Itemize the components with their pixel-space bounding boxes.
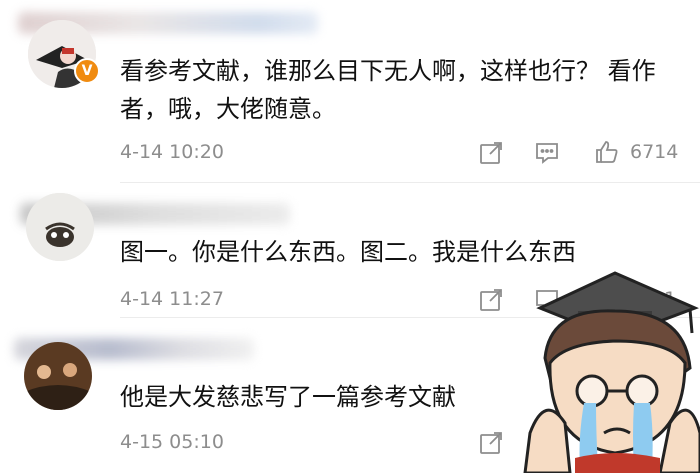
- like-icon[interactable]: [594, 139, 620, 165]
- divider: [120, 182, 700, 183]
- like-count: 6714: [630, 141, 679, 163]
- avatar[interactable]: [24, 342, 92, 410]
- verified-badge-icon: V: [74, 58, 100, 84]
- crying-scholar-sticker: [520, 263, 700, 473]
- share-icon[interactable]: [478, 287, 504, 313]
- share-icon[interactable]: [478, 430, 504, 456]
- comment-timestamp: 4-14 10:20: [120, 141, 224, 163]
- comment-text: 看参考文献，谁那么目下无人啊，这样也行？ 看作者，哦，大佬随意。: [120, 57, 656, 123]
- comment-item-1: V 看参考文献，谁那么目下无人啊，这样也行？ 看作者，哦，大佬随意。 4-14 …: [0, 0, 700, 180]
- avatar[interactable]: [26, 193, 94, 261]
- comment-timestamp: 4-15 05:10: [120, 431, 224, 453]
- share-icon[interactable]: [478, 140, 504, 166]
- comment-icon[interactable]: [534, 140, 560, 166]
- comment-timestamp: 4-14 11:27: [120, 288, 224, 310]
